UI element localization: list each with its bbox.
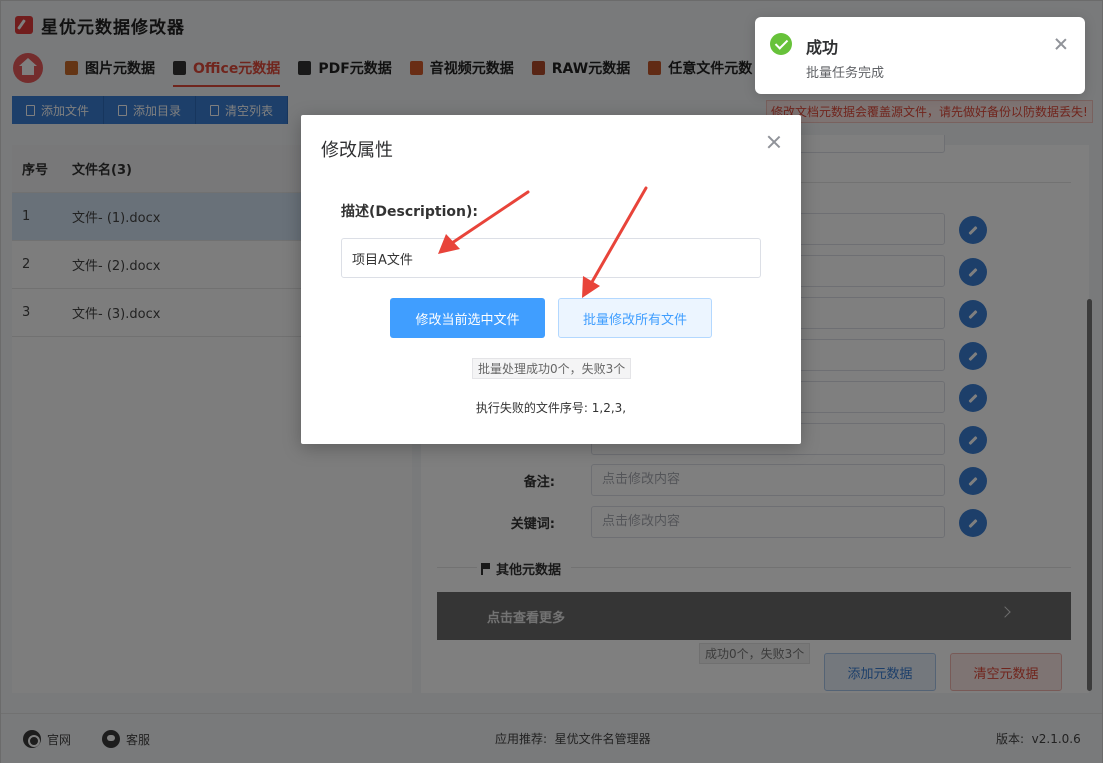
arrow-to-batch-button bbox=[582, 186, 648, 298]
success-toast: 成功 批量任务完成 bbox=[755, 17, 1085, 94]
toast-title: 成功 bbox=[806, 38, 839, 57]
arrow-to-input bbox=[438, 190, 530, 254]
check-circle-icon bbox=[770, 33, 792, 55]
toast-message: 批量任务完成 bbox=[806, 66, 885, 81]
annotation-arrows bbox=[438, 186, 648, 298]
toast-close-icon[interactable] bbox=[1055, 38, 1067, 50]
